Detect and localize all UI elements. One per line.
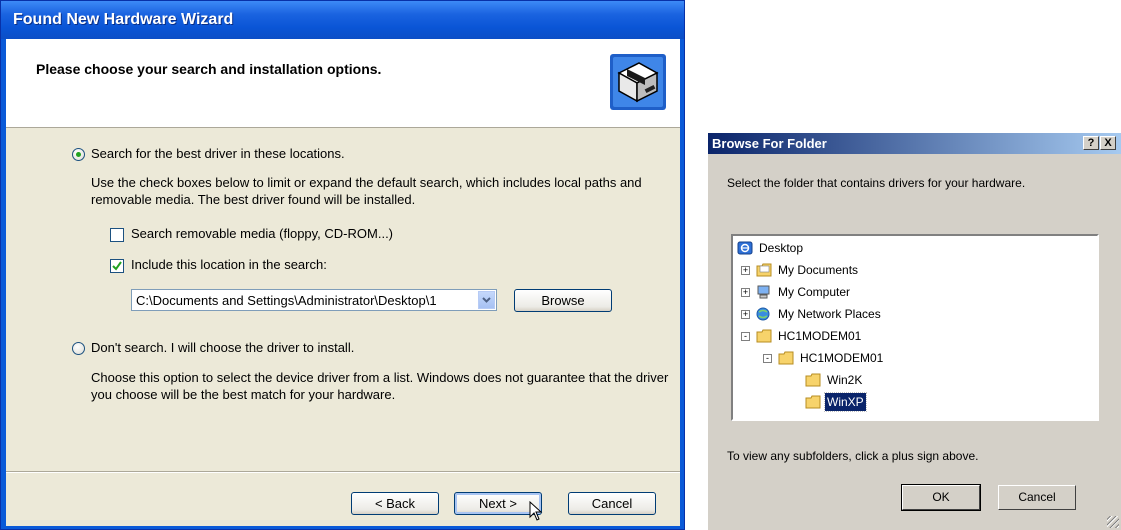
collapse-icon[interactable]: - [763,354,772,363]
browse-hint: To view any subfolders, click a plus sig… [727,449,979,463]
wizard-body: Please choose your search and installati… [6,39,680,526]
tree-label: Desktop [759,241,804,255]
folder-icon [778,351,794,365]
back-button[interactable]: < Back [351,492,439,515]
computer-icon [757,285,770,299]
wizard-title-bar: Found New Hardware Wizard [1,1,684,39]
location-combobox[interactable]: C:\Documents and Settings\Administrator\… [131,289,497,311]
chevron-down-icon [482,297,491,303]
include-location-checkbox[interactable] [110,259,124,273]
location-dropdown-button[interactable] [478,291,495,309]
collapse-icon[interactable]: - [741,332,750,341]
documents-folder-icon [756,263,772,277]
removable-media-checkbox[interactable] [110,228,124,242]
cancel-button[interactable]: Cancel [568,492,656,515]
dont-search-label: Don't search. I will choose the driver t… [91,340,355,355]
desktop-icon [737,241,753,255]
dont-search-radio[interactable] [72,342,85,355]
network-places-icon [756,307,770,321]
dont-search-description: Choose this option to select the device … [91,370,669,402]
folder-icon [756,329,772,343]
tree-label: Win2K [827,373,863,387]
wizard-title: Found New Hardware Wizard [13,11,234,28]
folder-icon [805,373,821,387]
close-button[interactable]: X [1100,136,1116,150]
browse-button[interactable]: Browse [514,289,612,312]
folder-tree[interactable]: Desktop + My Documents + My Computer + M… [731,234,1099,421]
wizard-window: Found New Hardware Wizard Please choose … [0,0,685,530]
tree-label-selected: WinXP [824,392,867,412]
resize-grip[interactable] [1107,516,1119,528]
search-description: Use the check boxes below to limit or ex… [91,175,642,207]
help-button[interactable]: ? [1083,136,1099,150]
browse-instruction: Select the folder that contains drivers … [727,176,1026,190]
checkmark-icon [112,261,122,271]
search-best-driver-label: Search for the best driver in these loca… [91,146,345,161]
browse-folder-dialog: Browse For Folder ? X Select the folder … [707,133,1121,530]
tree-label: HC1MODEM01 [778,329,862,343]
folder-icon [805,395,821,409]
removable-media-label: Search removable media (floppy, CD-ROM..… [131,226,394,241]
expand-icon[interactable]: + [741,310,750,319]
mouse-cursor-icon [529,501,543,521]
tree-label: My Documents [778,263,859,277]
tree-label: My Network Places [778,307,881,321]
wizard-heading: Please choose your search and installati… [36,61,382,77]
browse-title: Browse For Folder [712,136,827,151]
ok-button[interactable]: OK [901,484,981,511]
wizard-header: Please choose your search and installati… [6,39,680,128]
search-best-driver-radio[interactable] [72,148,85,161]
location-value: C:\Documents and Settings\Administrator\… [136,293,437,308]
tree-label: My Computer [778,285,851,299]
footer-divider [6,471,680,473]
expand-icon[interactable]: + [741,288,750,297]
hardware-icon [610,54,666,110]
tree-label: HC1MODEM01 [800,351,884,365]
include-location-label: Include this location in the search: [131,257,327,272]
browse-cancel-button[interactable]: Cancel [998,485,1076,510]
browse-title-bar: Browse For Folder [708,133,1121,154]
expand-icon[interactable]: + [741,266,750,275]
